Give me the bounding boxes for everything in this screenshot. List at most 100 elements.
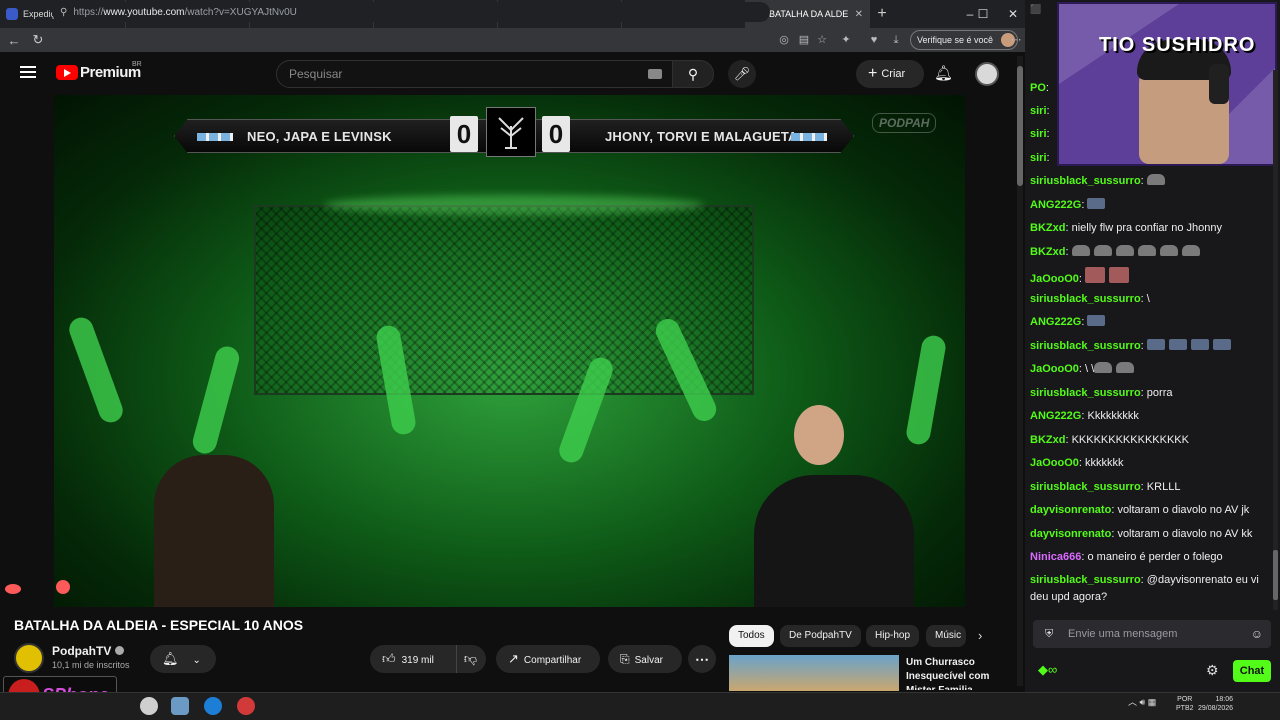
- chat-username[interactable]: JaOooO0: [1030, 457, 1079, 469]
- tracking-icon[interactable]: ◎: [776, 32, 792, 48]
- youtube-logo-icon[interactable]: [56, 65, 78, 80]
- chat-emote-icon: [1094, 362, 1113, 373]
- search-input[interactable]: Pesquisar: [276, 60, 674, 88]
- video-player[interactable]: NEO, JAPA E LEVINSK JHONY, TORVI E MALAG…: [54, 95, 965, 607]
- chat-message: siriusblack_sussurro: porra: [1030, 385, 1260, 402]
- browser-menu-icon[interactable]: ⋯: [1008, 32, 1024, 48]
- shield-icon: ⛨: [1045, 628, 1054, 640]
- voice-search-button[interactable]: 🎤︎: [728, 60, 756, 88]
- edge-icon[interactable]: [204, 697, 222, 715]
- chat-username[interactable]: siri: [1030, 128, 1047, 140]
- chat-emote-icon: [1116, 362, 1135, 373]
- clock[interactable]: 18:06 29/08/2026: [1198, 695, 1233, 713]
- verify-profile-button[interactable]: Verifique se é você: [910, 30, 1019, 50]
- chat-username[interactable]: PO: [1030, 82, 1046, 94]
- recommendation-title[interactable]: Um Churrasco Inesquecível com Mister Fam…: [906, 656, 1016, 690]
- app-icon[interactable]: [140, 697, 158, 715]
- chat-username[interactable]: ANG222G: [1030, 410, 1081, 422]
- chat-send-button[interactable]: Chat: [1233, 660, 1271, 682]
- chat-scrollbar-thumb[interactable]: [1273, 550, 1278, 600]
- chat-text: KRLLL: [1146, 481, 1181, 493]
- volume-icon: 🔊︎: [1139, 697, 1146, 707]
- obs-icon[interactable]: [237, 697, 255, 715]
- chat-username[interactable]: BKZxd: [1030, 434, 1065, 446]
- dislike-button[interactable]: 👎︎: [456, 645, 484, 673]
- chat-username[interactable]: siriusblack_sussurro: [1030, 574, 1141, 586]
- notepad-icon[interactable]: [171, 697, 189, 715]
- chat-username[interactable]: BKZxd: [1030, 222, 1065, 234]
- save-button[interactable]: ⎘ Salvar: [608, 645, 682, 673]
- create-label: Criar: [881, 68, 906, 80]
- favorites-bar-icon[interactable]: ♥: [866, 32, 882, 48]
- search-icon: ⚲: [687, 66, 699, 82]
- chat-emote-icon: [1146, 339, 1165, 350]
- chat-settings-icon[interactable]: ⚙: [1206, 662, 1219, 679]
- chat-message: JaOooO0: \ \: [1030, 361, 1260, 378]
- chat-message: ANG222G:: [1030, 197, 1260, 214]
- keyboard-icon[interactable]: [648, 69, 662, 79]
- more-actions-button[interactable]: ⋯: [688, 645, 716, 673]
- chat-username[interactable]: siri: [1030, 105, 1047, 117]
- video-title: BATALHA DA ALDEIA - ESPECIAL 10 ANOS: [14, 617, 304, 633]
- chat-input-placeholder: Envie uma mensagem: [1068, 628, 1178, 640]
- back-icon[interactable]: ←: [2, 33, 26, 48]
- chat-username[interactable]: siriusblack_sussurro: [1030, 481, 1141, 493]
- recommendation-thumbnail[interactable]: [729, 655, 899, 691]
- system-tray[interactable]: ︿ 🔊︎ ▦: [1128, 695, 1156, 708]
- reader-icon[interactable]: ▤: [796, 32, 812, 48]
- chat-points-icon[interactable]: ◆∞: [1038, 662, 1057, 678]
- like-button[interactable]: 👍︎ 319 mil: [370, 645, 456, 673]
- chip-hiphop[interactable]: Hip-hop: [866, 625, 920, 647]
- chat-username[interactable]: JaOooO0: [1030, 363, 1079, 375]
- crowd-arm: [904, 333, 948, 447]
- download-icon[interactable]: ⤓: [888, 32, 904, 48]
- maximize-icon[interactable]: ☐: [968, 0, 998, 28]
- hamburger-menu-icon[interactable]: [20, 64, 36, 78]
- search-button[interactable]: ⚲: [672, 60, 714, 88]
- subscription-bell-button[interactable]: 🔔︎ ⌄: [150, 645, 216, 673]
- chat-username[interactable]: siriusblack_sussurro: [1030, 387, 1141, 399]
- chat-username[interactable]: siriusblack_sussurro: [1030, 293, 1141, 305]
- favorite-icon[interactable]: ☆: [814, 32, 830, 48]
- user-avatar[interactable]: [975, 62, 999, 86]
- chat-username[interactable]: ANG222G: [1030, 316, 1081, 328]
- chip-all[interactable]: Todos: [729, 625, 774, 647]
- extensions-icon[interactable]: ✦: [838, 32, 854, 48]
- page-scrollbar[interactable]: [1017, 56, 1023, 686]
- chat-username[interactable]: BKZxd: [1030, 246, 1065, 258]
- channel-name[interactable]: PodpahTV: [52, 644, 125, 658]
- chat-username[interactable]: siri: [1030, 152, 1047, 164]
- chat-scrollbar[interactable]: [1273, 70, 1278, 610]
- notifications-bell-icon[interactable]: 🔔︎: [934, 64, 953, 82]
- chat-username[interactable]: JaOooO0: [1030, 273, 1079, 285]
- new-tab-button[interactable]: +: [870, 5, 894, 23]
- save-label: Salvar: [634, 655, 663, 666]
- emoji-icon[interactable]: ☺: [1251, 620, 1263, 648]
- verify-label: Verifique se é você: [917, 35, 994, 45]
- reload-icon[interactable]: ↻: [26, 32, 50, 48]
- chat-emote-icon: [1087, 315, 1106, 326]
- logo-region: BR: [132, 61, 142, 68]
- chat-username[interactable]: dayvisonrenato: [1030, 528, 1111, 540]
- bell-icon: 🔔︎: [162, 651, 179, 666]
- close-window-icon[interactable]: ✕: [998, 0, 1028, 28]
- close-tab-icon[interactable]: ✕: [855, 9, 863, 20]
- create-button[interactable]: + Criar: [856, 60, 924, 88]
- chip-music[interactable]: Músic: [926, 625, 966, 647]
- chat-text: \: [1146, 293, 1150, 305]
- chip-channel[interactable]: De PodpahTV: [780, 625, 861, 647]
- chat-username[interactable]: Ninica666: [1030, 551, 1081, 563]
- chat-username[interactable]: siriusblack_sussurro: [1030, 175, 1141, 187]
- youtube-header: Premium BR Pesquisar ⚲ 🎤︎ + Criar 🔔︎: [0, 52, 1020, 94]
- scrollbar-thumb[interactable]: [1017, 66, 1023, 186]
- chat-input[interactable]: ⛨ Envie uma mensagem ☺: [1033, 620, 1271, 648]
- network-icon: ▦: [1147, 697, 1157, 707]
- share-button[interactable]: ↗ Compartilhar: [496, 645, 600, 673]
- chat-username[interactable]: siriusblack_sussurro: [1030, 340, 1141, 352]
- channel-avatar[interactable]: [14, 643, 44, 673]
- url-field[interactable]: ⚲ https://www.youtube.com/watch?v=XUGYAJ…: [52, 2, 770, 22]
- chat-username[interactable]: dayvisonrenato: [1030, 504, 1111, 516]
- chevron-right-icon[interactable]: ›: [978, 628, 982, 643]
- chat-username[interactable]: ANG222G: [1030, 199, 1081, 211]
- language-indicator[interactable]: POR PTB2: [1176, 695, 1194, 713]
